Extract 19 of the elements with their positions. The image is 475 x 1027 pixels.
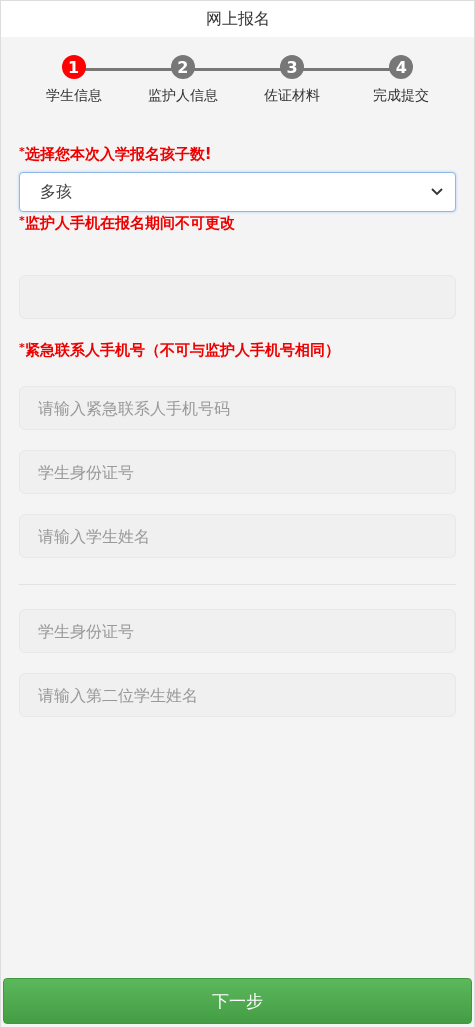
step-number: 4	[389, 55, 414, 79]
step-label: 学生信息	[45, 87, 102, 105]
student-field[interactable]: 请输入学生姓名	[19, 514, 456, 558]
step-number: 3	[280, 55, 305, 79]
chevron-down-icon	[431, 188, 443, 196]
field-label: *监护人手机在报名期间不可更改	[19, 214, 236, 233]
student-field[interactable]: 请输入第二位学生姓名	[19, 673, 456, 717]
step-label: 完成提交	[373, 87, 430, 105]
step-label: 佐证材料	[264, 87, 321, 105]
step-number: 1	[61, 55, 86, 79]
emergency-phone-field[interactable]: 请输入紧急联系人手机号码	[19, 386, 456, 430]
step-label: 监护人信息	[147, 87, 218, 105]
student-field[interactable]: 学生身份证号	[19, 609, 456, 653]
page-title: 网上报名	[205, 8, 270, 30]
step-number: 2	[170, 55, 195, 79]
field-label: *紧急联系人手机号（不可与监护人手机号相同）	[19, 341, 341, 360]
field-label: *选择您本次入学报名孩子数!	[19, 145, 213, 164]
child-count-select[interactable]: 多孩	[19, 172, 456, 212]
student-field[interactable]: 学生身份证号	[19, 450, 456, 494]
